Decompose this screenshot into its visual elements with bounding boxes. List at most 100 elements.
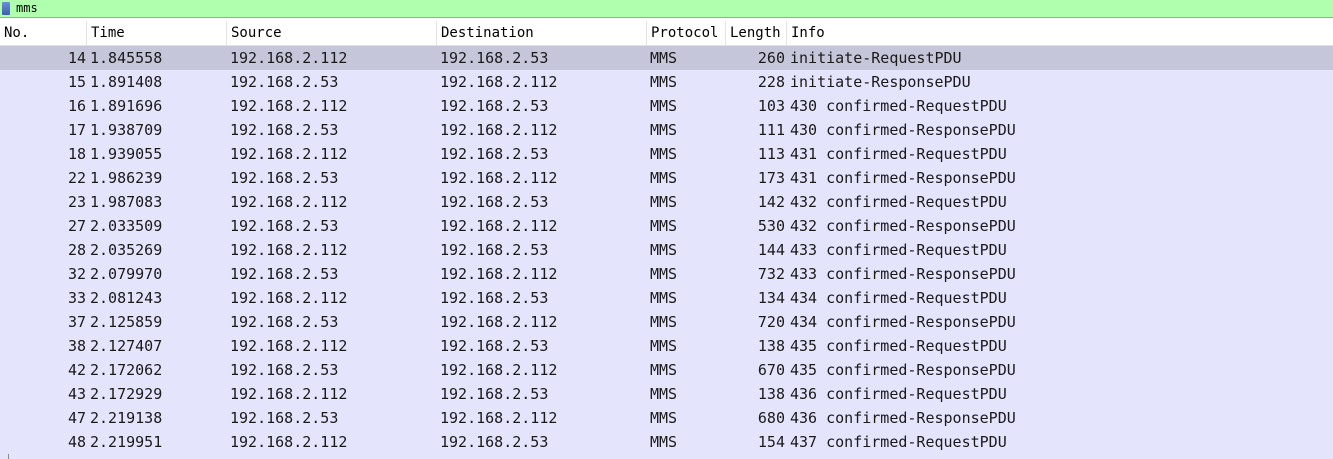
packet-length: 732 <box>757 265 785 283</box>
packet-time: 2.219951 <box>90 433 163 451</box>
column-header-source[interactable]: Source <box>227 21 437 45</box>
column-header-info-label: Info <box>791 25 825 41</box>
packet-length: 134 <box>757 289 785 307</box>
packet-protocol: MMS <box>650 73 678 91</box>
display-filter-bar <box>0 0 1333 18</box>
packet-time: 2.219138 <box>90 409 163 427</box>
packet-no: 33 <box>67 289 86 307</box>
packet-length: 113 <box>757 145 785 163</box>
packet-info: initiate-ResponsePDU <box>790 73 971 91</box>
packet-row[interactable]: 43 2.172929 192.168.2.112 192.168.2.53 MMS 13… <box>0 382 1333 406</box>
packet-time: 1.986239 <box>90 169 163 187</box>
packet-row[interactable]: 17 1.938709 192.168.2.53 192.168.2.112 MMS 11… <box>0 118 1333 142</box>
packet-source: 192.168.2.112 <box>230 49 348 67</box>
packet-no: 48 <box>67 433 86 451</box>
packet-row[interactable]: 15 1.891408 192.168.2.53 192.168.2.112 MMS 22… <box>0 70 1333 94</box>
packet-no: 38 <box>67 337 86 355</box>
packet-no: 14 <box>67 49 86 67</box>
packet-time: 2.035269 <box>90 241 163 259</box>
packet-destination: 192.168.2.112 <box>440 361 558 379</box>
packet-info: 437 confirmed-RequestPDU <box>790 433 1007 451</box>
column-header-time[interactable]: Time <box>87 21 227 45</box>
packet-info: 430 confirmed-RequestPDU <box>790 97 1007 115</box>
column-header-destination-label: Destination <box>441 25 534 41</box>
packet-row[interactable]: 42 2.172062 192.168.2.53 192.168.2.112 MMS 67… <box>0 358 1333 382</box>
packet-source: 192.168.2.112 <box>230 97 348 115</box>
packet-destination: 192.168.2.112 <box>440 313 558 331</box>
packet-row[interactable]: 18 1.939055 192.168.2.112 192.168.2.53 MMS 11… <box>0 142 1333 166</box>
packet-source: 192.168.2.53 <box>230 313 339 331</box>
packet-row[interactable]: 14 1.845558 192.168.2.112 192.168.2.53 MMS 26… <box>0 46 1333 70</box>
packet-row[interactable]: 28 2.035269 192.168.2.112 192.168.2.53 MMS 14… <box>0 238 1333 262</box>
packet-source: 192.168.2.112 <box>230 241 348 259</box>
packet-info: 431 confirmed-RequestPDU <box>790 145 1007 163</box>
packet-protocol: MMS <box>650 313 678 331</box>
packet-source: 192.168.2.53 <box>230 265 339 283</box>
packet-row[interactable]: 48 2.219951 192.168.2.112 192.168.2.53 MMS 15… <box>0 430 1333 454</box>
packet-row[interactable]: 23 1.987083 192.168.2.112 192.168.2.53 MMS 14… <box>0 190 1333 214</box>
packet-source: 192.168.2.53 <box>230 73 339 91</box>
packet-destination: 192.168.2.53 <box>440 97 549 115</box>
packet-length: 111 <box>757 121 785 139</box>
packet-time: 2.079970 <box>90 265 163 283</box>
packet-destination: 192.168.2.53 <box>440 145 549 163</box>
packet-time: 1.939055 <box>90 145 163 163</box>
packet-time: 1.891408 <box>90 73 163 91</box>
column-header-protocol[interactable]: Protocol <box>647 21 726 45</box>
packet-source: 192.168.2.112 <box>230 145 348 163</box>
packet-row[interactable]: 27 2.033509 192.168.2.53 192.168.2.112 MMS 53… <box>0 214 1333 238</box>
packet-time: 1.987083 <box>90 193 163 211</box>
display-filter-input[interactable] <box>14 0 1316 17</box>
column-header-info[interactable]: Info <box>787 21 1333 45</box>
packet-source: 192.168.2.53 <box>230 217 339 235</box>
bookmark-icon[interactable] <box>2 2 10 15</box>
packet-destination: 192.168.2.112 <box>440 169 558 187</box>
packet-time: 2.125859 <box>90 313 163 331</box>
column-header-destination[interactable]: Destination <box>437 21 647 45</box>
packet-row[interactable]: 16 1.891696 192.168.2.112 192.168.2.53 MMS 10… <box>0 94 1333 118</box>
packet-info: 434 confirmed-ResponsePDU <box>790 313 1016 331</box>
packet-protocol: MMS <box>650 361 678 379</box>
packet-protocol: MMS <box>650 337 678 355</box>
packet-info: 432 confirmed-ResponsePDU <box>790 217 1016 235</box>
packet-row[interactable]: 33 2.081243 192.168.2.112 192.168.2.53 MMS 13… <box>0 286 1333 310</box>
packet-source: 192.168.2.112 <box>230 289 348 307</box>
packet-length: 260 <box>757 49 785 67</box>
column-header-no[interactable]: No. <box>0 21 87 45</box>
packet-time: 2.172062 <box>90 361 163 379</box>
packet-destination: 192.168.2.53 <box>440 241 549 259</box>
packet-info: 435 confirmed-RequestPDU <box>790 337 1007 355</box>
packet-info: 434 confirmed-RequestPDU <box>790 289 1007 307</box>
packet-info: 431 confirmed-ResponsePDU <box>790 169 1016 187</box>
packet-protocol: MMS <box>650 169 678 187</box>
packet-destination: 192.168.2.53 <box>440 193 549 211</box>
packet-no: 43 <box>67 385 86 403</box>
packet-row[interactable]: 47 2.219138 192.168.2.53 192.168.2.112 MMS 68… <box>0 406 1333 430</box>
packet-source: 192.168.2.112 <box>230 385 348 403</box>
packet-time: 2.081243 <box>90 289 163 307</box>
packet-destination: 192.168.2.53 <box>440 385 549 403</box>
packet-no: 22 <box>67 169 86 187</box>
packet-row[interactable]: 22 1.986239 192.168.2.53 192.168.2.112 MMS 17… <box>0 166 1333 190</box>
packet-protocol: MMS <box>650 385 678 403</box>
packet-protocol: MMS <box>650 241 678 259</box>
packet-info: initiate-RequestPDU <box>790 49 962 67</box>
packet-protocol: MMS <box>650 97 678 115</box>
packet-row[interactable]: 32 2.079970 192.168.2.53 192.168.2.112 MMS 73… <box>0 262 1333 286</box>
packet-no: 18 <box>67 145 86 163</box>
packet-destination: 192.168.2.53 <box>440 289 549 307</box>
column-header-protocol-label: Protocol <box>651 25 719 41</box>
packet-destination: 192.168.2.112 <box>440 409 558 427</box>
packet-length: 670 <box>757 361 785 379</box>
packet-no: 47 <box>67 409 86 427</box>
packet-row[interactable]: 37 2.125859 192.168.2.53 192.168.2.112 MMS 72… <box>0 310 1333 334</box>
column-header-no-label: No. <box>4 25 30 41</box>
packet-protocol: MMS <box>650 145 678 163</box>
packet-no: 23 <box>67 193 86 211</box>
packet-row[interactable]: 38 2.127407 192.168.2.112 192.168.2.53 MMS 13… <box>0 334 1333 358</box>
packet-list: 14 1.845558 192.168.2.112 192.168.2.53 MMS 26… <box>0 46 1333 459</box>
packet-list-header: No. Time Source Destination Protocol Len… <box>0 21 1333 46</box>
packet-length: 103 <box>757 97 785 115</box>
packet-time: 1.938709 <box>90 121 163 139</box>
column-header-length[interactable]: Length <box>726 21 787 45</box>
